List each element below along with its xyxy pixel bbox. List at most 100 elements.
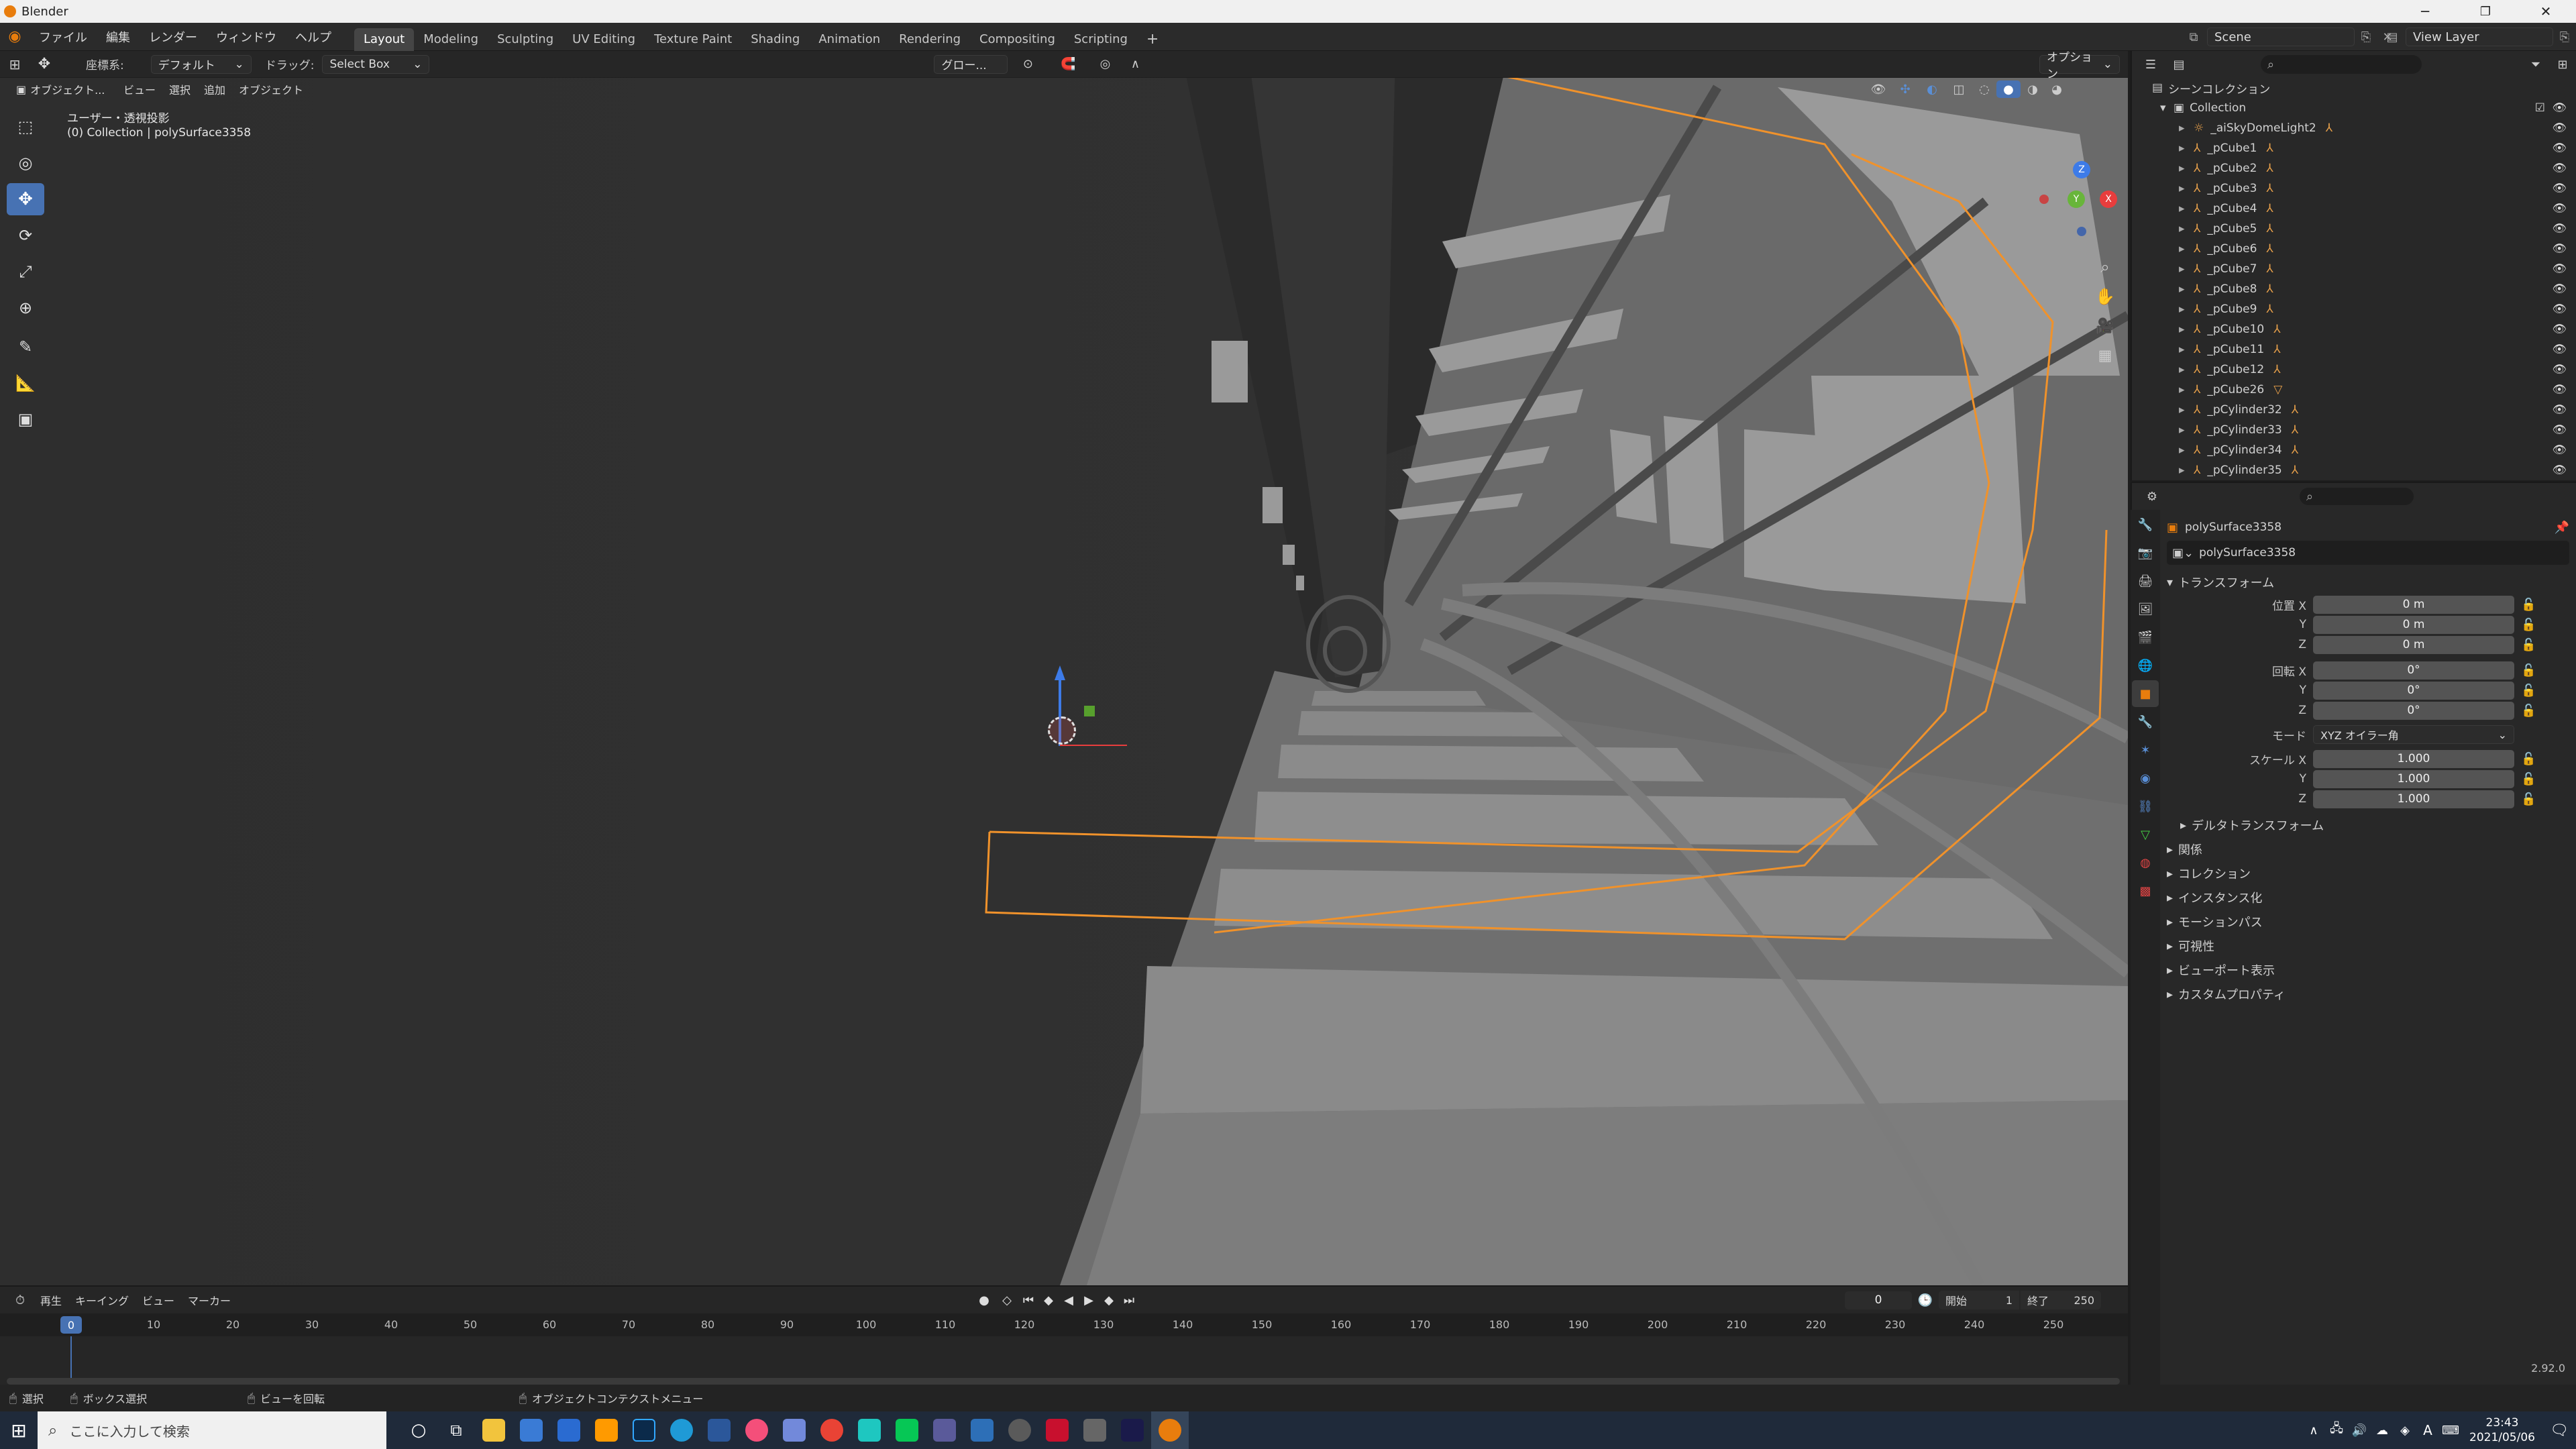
property-section-header[interactable]: ▸ 関係 (2167, 837, 2569, 861)
rotate-tool-icon[interactable]: ⟳ (7, 219, 44, 252)
add-workspace-button[interactable]: + (1137, 28, 1168, 51)
expand-arrow-icon[interactable]: ▸ (2179, 182, 2194, 195)
drag-dropdown[interactable]: Select Box ⌄ (322, 54, 430, 74)
expand-arrow-icon[interactable]: ▸ (2179, 262, 2194, 276)
sketchbook-icon[interactable] (851, 1411, 888, 1449)
rotation-x-field[interactable]: 0° (2313, 661, 2514, 680)
clock-icon[interactable]: 🕒 (1912, 1293, 1939, 1307)
output-tab-icon[interactable]: 🖨 (2132, 568, 2159, 594)
tab-modeling[interactable]: Modeling (414, 28, 488, 51)
ortho-grid-icon[interactable]: ▦ (2092, 341, 2118, 370)
location-z-field[interactable]: 0 m (2313, 635, 2514, 654)
eye-icon[interactable]: 👁 (2552, 383, 2567, 396)
outliner-item[interactable]: ▸ ⅄ _pCylinder34 ⅄ 👁 (2132, 440, 2576, 460)
texture-tab-icon[interactable]: ▩ (2132, 877, 2159, 904)
armature-icon[interactable]: ⅄ (2292, 464, 2298, 477)
gizmo-toggle-icon[interactable]: ✣ (1892, 83, 1919, 97)
tab-compositing[interactable]: Compositing (970, 28, 1065, 51)
chrome-icon[interactable] (813, 1411, 851, 1449)
scene-tab-icon[interactable]: 🎬 (2132, 624, 2159, 651)
armature-icon[interactable]: ⅄ (2292, 443, 2298, 457)
steam-icon[interactable] (1001, 1411, 1038, 1449)
tray-expand-icon[interactable]: ∧ (2302, 1424, 2325, 1438)
menu-edit[interactable]: 編集 (97, 23, 140, 51)
armature-icon[interactable]: ⅄ (2266, 222, 2273, 235)
app-icon-blue[interactable] (926, 1411, 963, 1449)
cortana-icon[interactable]: ○ (400, 1411, 437, 1449)
timeline-menu-playback[interactable]: 再生 (34, 1287, 68, 1313)
eye-icon[interactable]: 👁 (2552, 101, 2567, 115)
end-frame-field[interactable]: 終了 250 (2021, 1291, 2101, 1309)
material-shading-icon[interactable]: ◑ (2021, 83, 2045, 97)
itunes-icon[interactable] (738, 1411, 775, 1449)
expand-arrow-icon[interactable]: ▸ (2179, 121, 2194, 135)
pan-hand-icon[interactable]: ✋ (2092, 282, 2118, 311)
property-section-header[interactable]: ▸ ビューポート表示 (2167, 958, 2569, 982)
lock-icon[interactable]: 🔓 (2521, 638, 2536, 652)
security-icon[interactable] (1038, 1411, 1076, 1449)
current-frame-field[interactable]: 0 (1845, 1291, 1912, 1309)
eye-icon[interactable]: 👁 (2552, 262, 2567, 276)
tab-rendering[interactable]: Rendering (890, 28, 970, 51)
tab-scripting[interactable]: Scripting (1065, 28, 1137, 51)
ime-indicator[interactable]: A (2416, 1422, 2439, 1438)
next-keyframe-icon[interactable]: ◆ (1099, 1293, 1119, 1307)
outliner-item[interactable]: ▸ ⅄ _pCube5 ⅄ 👁 (2132, 219, 2576, 239)
scene-field[interactable]: Scene (2207, 28, 2355, 46)
eye-icon[interactable]: 👁 (2552, 423, 2567, 437)
eye-icon[interactable]: 👁 (2552, 443, 2567, 457)
jump-start-icon[interactable]: ⏮ (1018, 1293, 1038, 1307)
timeline-scrollbar[interactable] (7, 1378, 2120, 1385)
constraints-tab-icon[interactable]: ⛓ (2132, 793, 2159, 820)
lock-icon[interactable]: 🔓 (2521, 752, 2536, 766)
expand-arrow-icon[interactable]: ▸ (2179, 282, 2194, 296)
physics-tab-icon[interactable]: ◉ (2132, 765, 2159, 792)
gizmo-y-axis[interactable]: Y (2068, 191, 2085, 208)
eye-icon[interactable]: 👁 (2552, 121, 2567, 135)
close-button[interactable]: ✕ (2516, 0, 2576, 23)
rotation-y-field[interactable]: 0° (2313, 681, 2514, 700)
editor-type-icon[interactable]: ⚙ (2139, 490, 2165, 504)
menu-help[interactable]: ヘルプ (286, 23, 341, 51)
object-datablock-field[interactable]: ▣⌄ polySurface3358 (2167, 541, 2569, 565)
line-icon[interactable] (888, 1411, 926, 1449)
checkbox-icon[interactable]: ☑ (2535, 101, 2545, 115)
pin-icon[interactable]: 📌 (2555, 521, 2569, 535)
menu-file[interactable]: ファイル (30, 23, 97, 51)
record-icon[interactable]: ● (973, 1293, 996, 1307)
terminal-icon[interactable] (1114, 1411, 1151, 1449)
expand-arrow-icon[interactable]: ▸ (2179, 162, 2194, 175)
solid-shading-icon[interactable]: ● (1996, 80, 2021, 98)
falloff-icon[interactable]: ∧ (1122, 57, 1148, 71)
collection-row[interactable]: ▾ ▣ Collection ☑ 👁 (2132, 98, 2576, 118)
armature-icon[interactable]: ⅄ (2266, 182, 2273, 195)
options-dropdown[interactable]: オプション ⌄ (2039, 51, 2120, 81)
armature-icon[interactable]: ⅄ (2266, 242, 2273, 256)
eye-icon[interactable]: 👁 (2552, 282, 2567, 296)
word-icon[interactable] (700, 1411, 738, 1449)
expand-arrow-icon[interactable]: ▸ (2179, 363, 2194, 376)
scale-tool-icon[interactable]: ⤢ (7, 256, 44, 288)
eye-icon[interactable]: 👁 (2552, 464, 2567, 477)
armature-icon[interactable]: ⅄ (2326, 121, 2332, 135)
xray-icon[interactable]: ◫ (1945, 83, 1972, 97)
outliner-item[interactable]: ▸ ⅄ _pCylinder35 ⅄ 👁 (2132, 460, 2576, 480)
lock-icon[interactable]: 🔓 (2521, 792, 2536, 806)
expand-arrow-icon[interactable]: ▸ (2179, 423, 2194, 437)
play-reverse-icon[interactable]: ◀ (1059, 1293, 1079, 1307)
jump-end-icon[interactable]: ⏭ (1119, 1293, 1139, 1307)
expand-arrow-icon[interactable]: ▸ (2179, 323, 2194, 336)
blender-taskbar-icon[interactable] (1151, 1411, 1189, 1449)
menu-render[interactable]: レンダー (140, 23, 207, 51)
outliner-item[interactable]: ▸ ⅄ _pCube12 ⅄ 👁 (2132, 360, 2576, 380)
eye-icon[interactable]: 👁 (2552, 323, 2567, 336)
visibility-icon[interactable]: 👁 (1865, 83, 1892, 97)
outliner-item[interactable]: ▸ ⅄ _pCube6 ⅄ 👁 (2132, 239, 2576, 259)
particles-tab-icon[interactable]: ✶ (2132, 737, 2159, 763)
camera-view-icon[interactable]: 🎥 (2092, 311, 2118, 341)
cursor-tool-icon[interactable]: ◎ (7, 147, 44, 179)
outliner-search-input[interactable]: ⌕ (2261, 55, 2422, 74)
armature-icon[interactable]: ⅄ (2266, 262, 2273, 276)
outliner-item[interactable]: ▸ ⅄ _pCylinder33 ⅄ 👁 (2132, 420, 2576, 440)
new-viewlayer-icon[interactable]: ⎘ (2553, 30, 2576, 44)
